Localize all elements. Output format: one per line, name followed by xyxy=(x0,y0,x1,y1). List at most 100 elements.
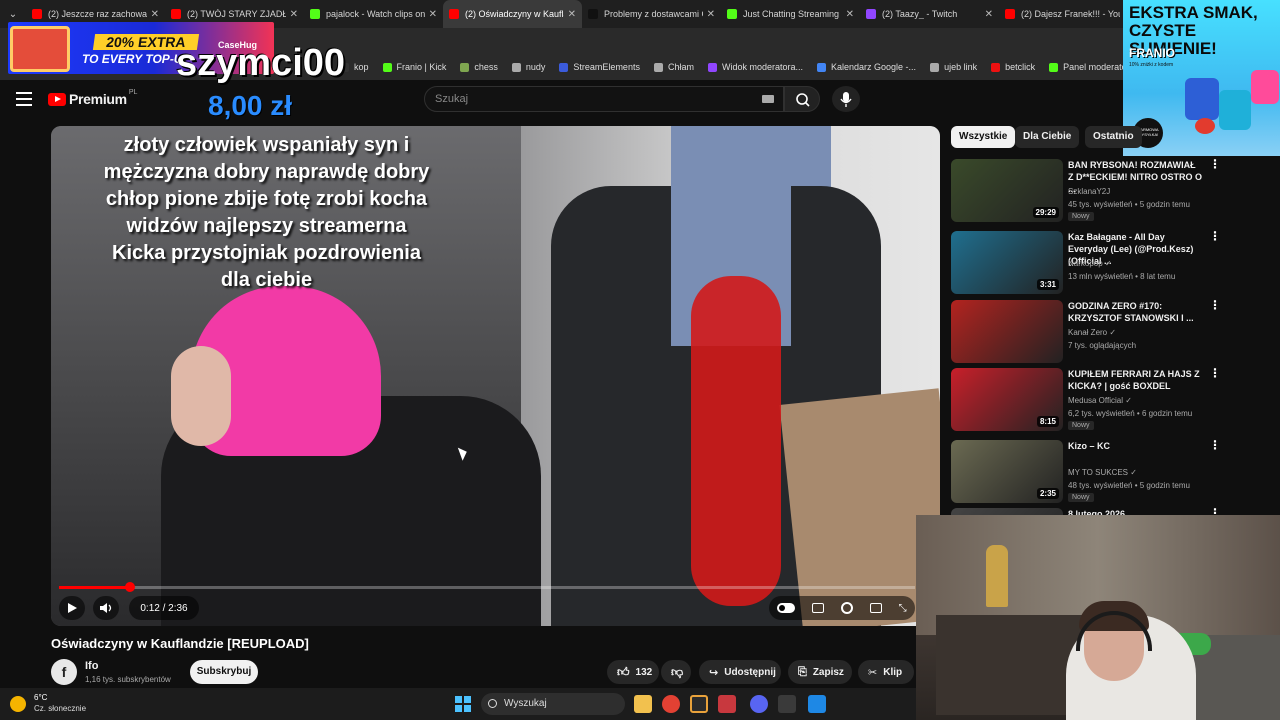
close-tab-icon[interactable]: ✕ xyxy=(707,9,715,20)
settings-gear-icon[interactable] xyxy=(840,602,853,614)
miniplayer-icon[interactable] xyxy=(869,603,882,613)
recommended-video[interactable]: 2:35 Kizo – KC MY TO SUKCES ✓ 48 tys. wyświ… xyxy=(951,439,1261,504)
chest-icon xyxy=(10,26,70,72)
bookmark-label: kop xyxy=(354,62,369,72)
notepad-icon[interactable] xyxy=(808,695,826,713)
browser-tab[interactable]: (2) Taazy_ - Twitch ✕ xyxy=(860,0,999,28)
bookmark-label: betclick xyxy=(1005,62,1036,72)
filter-chip[interactable]: Wszystkie xyxy=(951,126,1016,148)
close-tab-icon[interactable]: ✕ xyxy=(985,9,993,20)
recommended-channel[interactable]: MY TO SUKCES ✓ xyxy=(1068,468,1137,477)
recommended-channel[interactable]: SzklanaY2J xyxy=(1068,187,1110,196)
windows-start-icon[interactable] xyxy=(455,696,471,712)
more-options-icon[interactable]: ⋮ xyxy=(1209,158,1221,170)
video-thumbnail[interactable]: 8:15 xyxy=(951,368,1063,431)
more-options-icon[interactable]: ⋮ xyxy=(1209,299,1221,311)
app-icon[interactable] xyxy=(718,695,736,713)
share-button[interactable]: ↪ Udostępnij xyxy=(699,660,781,684)
progress-bar[interactable] xyxy=(59,582,915,592)
save-label: Zapisz xyxy=(812,666,844,678)
recommended-channel[interactable]: Medusa Official ✓ xyxy=(1068,396,1132,405)
browser-tab[interactable]: pajalock - Watch clips on ✕ xyxy=(304,0,443,28)
keyboard-icon[interactable] xyxy=(762,95,774,103)
fullscreen-icon[interactable]: ⤡ xyxy=(899,603,907,614)
close-tab-icon[interactable]: ✕ xyxy=(151,9,159,20)
tab-favicon-icon xyxy=(32,9,42,19)
youtube-header: Premium PL Szukaj xyxy=(0,80,1280,122)
autoplay-toggle[interactable] xyxy=(777,603,796,613)
video-thumbnail[interactable]: 2:35 xyxy=(951,440,1063,503)
browser-tab[interactable]: Problemy z dostawcami G ✕ xyxy=(582,0,721,28)
taskbar-search[interactable]: Wyszukaj xyxy=(481,693,625,715)
recommended-title[interactable]: KUPIŁEM FERRARI ZA HAJS Z KICKA? | gość … xyxy=(1068,368,1203,392)
channel-avatar[interactable]: f xyxy=(51,659,77,685)
save-button[interactable]: ⎘ Zapisz xyxy=(788,660,852,684)
recommended-channel[interactable]: Kanał Zero ✓ xyxy=(1068,328,1116,337)
video-thumbnail[interactable]: 3:31 xyxy=(951,231,1063,294)
bookmark-favicon-icon xyxy=(930,62,940,72)
close-tab-icon[interactable]: ✕ xyxy=(290,9,298,20)
windows-taskbar: 6°C Cz. słonecznie Wyszukaj xyxy=(0,688,916,720)
tab-title: pajalock - Watch clips on xyxy=(326,9,425,19)
bookmark-item[interactable]: ujeb link xyxy=(930,62,977,72)
volume-button[interactable] xyxy=(93,596,119,620)
filter-chip[interactable]: Ostatnio xyxy=(1085,126,1142,148)
recommended-video[interactable]: GODZINA ZERO #170: KRZYSZTOF STANOWSKI I… xyxy=(951,299,1261,364)
voice-search-button[interactable] xyxy=(832,86,860,112)
bookmark-item[interactable]: nudy xyxy=(511,62,545,72)
browser-tab[interactable]: (2) Dajesz Franek!!! - You✕ xyxy=(999,0,1138,28)
close-tab-icon[interactable]: ✕ xyxy=(568,9,576,20)
volume-icon xyxy=(100,603,112,613)
recommended-channel[interactable]: Narkopop ✓ xyxy=(1068,259,1112,268)
video-thumbnail[interactable]: 29:29 xyxy=(951,159,1063,222)
recommended-video[interactable]: 29:29 BAN RYBSONA! ROZMAWIAŁ Z D**ECKIEM!… xyxy=(951,158,1261,223)
new-badge: Nowy xyxy=(1068,493,1094,502)
recommended-title[interactable]: GODZINA ZERO #170: KRZYSZTOF STANOWSKI I… xyxy=(1068,300,1203,324)
file-explorer-icon[interactable] xyxy=(634,695,652,713)
tab-favicon-icon xyxy=(449,9,459,19)
search-input[interactable]: Szukaj xyxy=(424,86,784,112)
bookmark-item[interactable]: chess xyxy=(460,62,498,72)
sponsor-ad: EKSTRA SMAK, CZYSTE SUMIENIE! FRANIO 10%… xyxy=(1123,0,1280,156)
subscribe-button[interactable]: Subskrybuj xyxy=(190,660,258,684)
video-player[interactable]: złoty człowiek wspaniały syn i mężczyzna… xyxy=(51,126,940,626)
browser-tab[interactable]: (2) Oświadczyny w Kaufla ✕ xyxy=(443,0,582,28)
chrome-icon[interactable] xyxy=(662,695,680,713)
bookmark-favicon-icon xyxy=(991,62,1001,72)
clip-button[interactable]: ✂ Klip xyxy=(858,660,914,684)
close-tab-icon[interactable]: ✕ xyxy=(846,9,854,20)
filter-chip[interactable]: Dla Ciebie xyxy=(1015,126,1080,148)
discord-icon[interactable] xyxy=(750,695,768,713)
menu-icon[interactable] xyxy=(16,92,32,106)
more-options-icon[interactable]: ⋮ xyxy=(1209,439,1221,451)
weather-temp: 6°C xyxy=(34,693,48,702)
video-thumbnail[interactable] xyxy=(951,300,1063,363)
recommended-title[interactable]: Kizo – KC xyxy=(1068,440,1203,452)
trophy-icon xyxy=(986,545,1008,607)
play-button[interactable] xyxy=(59,596,85,620)
time-display: 0:12 / 2:36 xyxy=(129,596,199,620)
subtitles-icon[interactable] xyxy=(812,603,825,613)
dislike-button[interactable]: 👎︎ xyxy=(661,660,691,684)
more-options-icon[interactable]: ⋮ xyxy=(1209,367,1221,379)
bookmark-item[interactable]: Kalendarz Google -... xyxy=(817,62,916,72)
like-button[interactable]: 👍︎ 132 xyxy=(607,660,659,684)
youtube-logo[interactable]: Premium PL xyxy=(48,89,137,107)
recommended-meta: 7 tys. oglądających xyxy=(1068,341,1137,350)
recommended-video[interactable]: 3:31 Kaz Bałagane - All Day Everyday (Lee… xyxy=(951,230,1261,295)
more-options-icon[interactable]: ⋮ xyxy=(1209,230,1221,242)
terminal-icon[interactable] xyxy=(778,695,796,713)
bookmark-item[interactable]: Franio | Kick xyxy=(382,62,446,72)
play-icon xyxy=(68,603,77,613)
bookmark-item[interactable]: StreamElements xyxy=(559,62,640,72)
progress-scrubber[interactable] xyxy=(125,582,135,592)
search-button[interactable] xyxy=(784,86,820,112)
bookmark-item[interactable]: Widok moderatora... xyxy=(707,62,803,72)
channel-name[interactable]: Ifo xyxy=(85,660,98,672)
recommended-video[interactable]: 8:15 KUPIŁEM FERRARI ZA HAJS Z KICKA? | g… xyxy=(951,367,1261,432)
bookmark-item[interactable]: betclick xyxy=(991,62,1035,72)
close-tab-icon[interactable]: ✕ xyxy=(429,9,437,20)
app-icon[interactable] xyxy=(690,695,708,713)
bookmark-item[interactable]: Chłam xyxy=(653,62,694,72)
browser-tab[interactable]: Just Chatting Streaming ✕ xyxy=(721,0,860,28)
